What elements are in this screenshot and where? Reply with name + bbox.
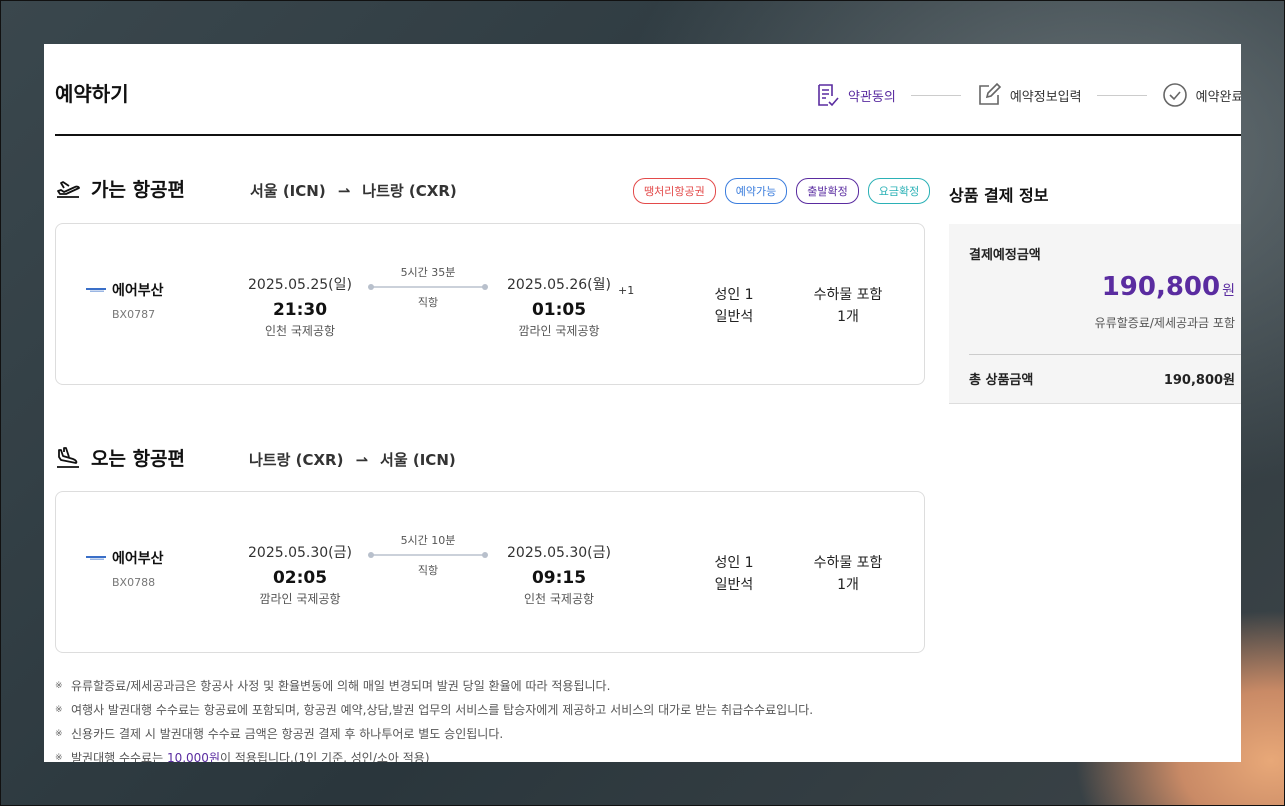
outbound-section-head: 가는 항공편 [55,175,185,202]
step-info: 예약정보입력 [976,82,1082,108]
step-divider [910,94,961,96]
expected-amount-value: 190,800 [1101,272,1221,302]
flight-duration: 5시간 10분 [400,534,456,547]
inbound-route: 나트랑 (CXR) ⇀ 서울 (ICN) [249,449,456,470]
expected-amount: 190,800 원 [1102,272,1235,302]
airline-info: 에어부산 BX0787 [86,280,164,321]
step-indicator: 약관동의 예약정보입력 예약완료 [814,82,1241,108]
passenger-info: 성인 1 일반석 [704,552,764,596]
step-terms-label: 약관동의 [848,89,896,105]
fare-badges: 땡처리항공권 예약가능 출발확정 요금확정 [633,178,931,204]
document-check-icon [818,84,839,107]
route-arrow-icon: ⇀ [337,181,351,200]
passenger-info: 성인 1 일반석 [704,284,764,328]
page-title: 예약하기 [55,82,129,106]
duration-line [368,552,488,558]
payment-title: 상품 결제 정보 [949,186,1049,205]
check-circle-icon [1162,83,1187,107]
payment-divider [969,354,1241,355]
baggage-count: 1개 [837,577,859,593]
arrival-block: 2025.05.26(월) 01:05 깜라인 국제공항 [494,274,624,339]
air-busan-logo-icon [86,556,106,560]
departure-block: 2025.05.25(일) 21:30 인천 국제공항 [235,274,365,339]
airplane-arrival-icon [57,446,79,468]
step-complete-label: 예약완료 [1195,89,1241,105]
badge-fare-confirmed: 요금확정 [867,178,931,204]
airline-name: 에어부산 [112,551,164,567]
flight-type: 직항 [417,296,439,309]
badge-clearance: 땡처리항공권 [633,178,716,204]
inbound-flight-card: 에어부산 BX0788 2025.05.30(금) 02:05 깜라인 국제공항… [55,491,925,653]
airplane-departure-icon [57,180,80,198]
departure-time: 02:05 [272,568,328,588]
fee-amount: 10,000원 [166,751,220,762]
arrival-block: 2025.05.30(금) 09:15 인천 국제공항 [494,542,624,607]
outbound-title: 가는 항공편 [91,179,186,201]
inbound-section-head: 오는 항공편 [55,444,185,471]
notice-item: 여행사 발권대행 수수료는 항공료에 포함되며, 항공권 예약,상담,발권 업무… [55,698,813,722]
edit-icon [979,82,1001,105]
arrival-airport: 깜라인 국제공항 [518,324,600,338]
arrival-date: 2025.05.26(월) [507,277,611,293]
badge-available: 예약가능 [724,178,788,204]
duration-line [368,284,488,290]
flight-number: BX0787 [112,308,156,321]
outbound-route-to: 나트랑 (CXR) [362,182,457,200]
outbound-flight-card: 에어부산 BX0787 2025.05.25(일) 21:30 인천 국제공항 … [55,223,925,385]
notice-item: 유류할증료/제세공과금은 항공사 사정 및 환율변동에 의해 매일 변경되며 발… [55,674,813,698]
departure-airport: 깜라인 국제공항 [259,592,341,606]
departure-airport: 인천 국제공항 [264,324,336,338]
cabin-class: 일반석 [714,577,754,593]
airline-name: 에어부산 [112,283,164,299]
tax-included-note: 유류할증료/제세공과금 포함 [1094,316,1235,330]
currency-unit: 원 [1222,283,1235,299]
total-amount-label: 총 상품금액 [969,373,1034,388]
step-info-label: 예약정보입력 [1009,89,1082,105]
notice-item: 신용카드 결제 시 발권대행 수수료 금액은 항공권 결제 후 하나투어로 별도… [55,722,813,746]
flight-duration: 5시간 35분 [400,266,456,279]
baggage-label: 수하물 포함 [813,287,883,303]
step-complete: 예약완료 [1162,82,1241,108]
inbound-route-from: 나트랑 (CXR) [249,451,344,469]
total-amount-value: 190,800원 [1163,373,1235,388]
baggage-info: 수하물 포함 1개 [802,552,894,596]
step-terms: 약관동의 [814,82,896,108]
duration-block: 5시간 10분 직항 [368,532,488,578]
notice-list: 유류할증료/제세공과금은 항공사 사정 및 환율변동에 의해 매일 변경되며 발… [55,674,813,762]
outbound-route: 서울 (ICN) ⇀ 나트랑 (CXR) [250,180,457,201]
payment-summary: 결제예정금액 190,800 원 유류할증료/제세공과금 포함 총 상품금액 1… [949,224,1241,404]
duration-block: 5시간 35분 직항 [368,264,488,310]
passenger-count: 성인 1 [714,287,754,303]
airline-info: 에어부산 BX0788 [86,548,164,589]
inbound-route-to: 서울 (ICN) [380,451,456,469]
header-divider [55,134,1241,136]
arrival-time: 01:05 [531,300,587,320]
expected-amount-label: 결제예정금액 [969,248,1041,263]
arrival-time: 09:15 [531,568,587,588]
cabin-class: 일반석 [714,309,754,325]
step-divider [1096,94,1147,96]
arrival-date: 2025.05.30(금) [507,545,611,561]
baggage-info: 수하물 포함 1개 [802,284,894,328]
notice-text: 이 적용됩니다.(1인 기준, 성인/소아 적용) [219,751,430,762]
baggage-count: 1개 [837,309,859,325]
departure-date: 2025.05.30(금) [248,545,352,561]
outbound-route-from: 서울 (ICN) [250,182,326,200]
departure-time: 21:30 [272,300,328,320]
passenger-count: 성인 1 [714,555,754,571]
departure-block: 2025.05.30(금) 02:05 깜라인 국제공항 [235,542,365,607]
notice-text: 발권대행 수수료는 [71,751,167,762]
badge-departure-confirmed: 출발확정 [796,178,859,204]
arrival-airport: 인천 국제공항 [523,592,595,606]
notice-item: 발권대행 수수료는 10,000원이 적용됩니다.(1인 기준, 성인/소아 적… [55,746,813,762]
inbound-title: 오는 항공편 [91,448,186,470]
booking-window: 예약하기 약관동의 예약정보입력 예약완료 가는 항공편 서울 (ICN) ⇀ … [44,44,1241,762]
flight-number: BX0788 [112,576,156,589]
flight-type: 직항 [417,564,439,577]
air-busan-logo-icon [86,288,106,292]
departure-date: 2025.05.25(일) [248,277,352,293]
route-arrow-icon: ⇀ [355,450,369,469]
baggage-label: 수하물 포함 [813,555,883,571]
next-day-indicator: +1 [618,284,635,297]
